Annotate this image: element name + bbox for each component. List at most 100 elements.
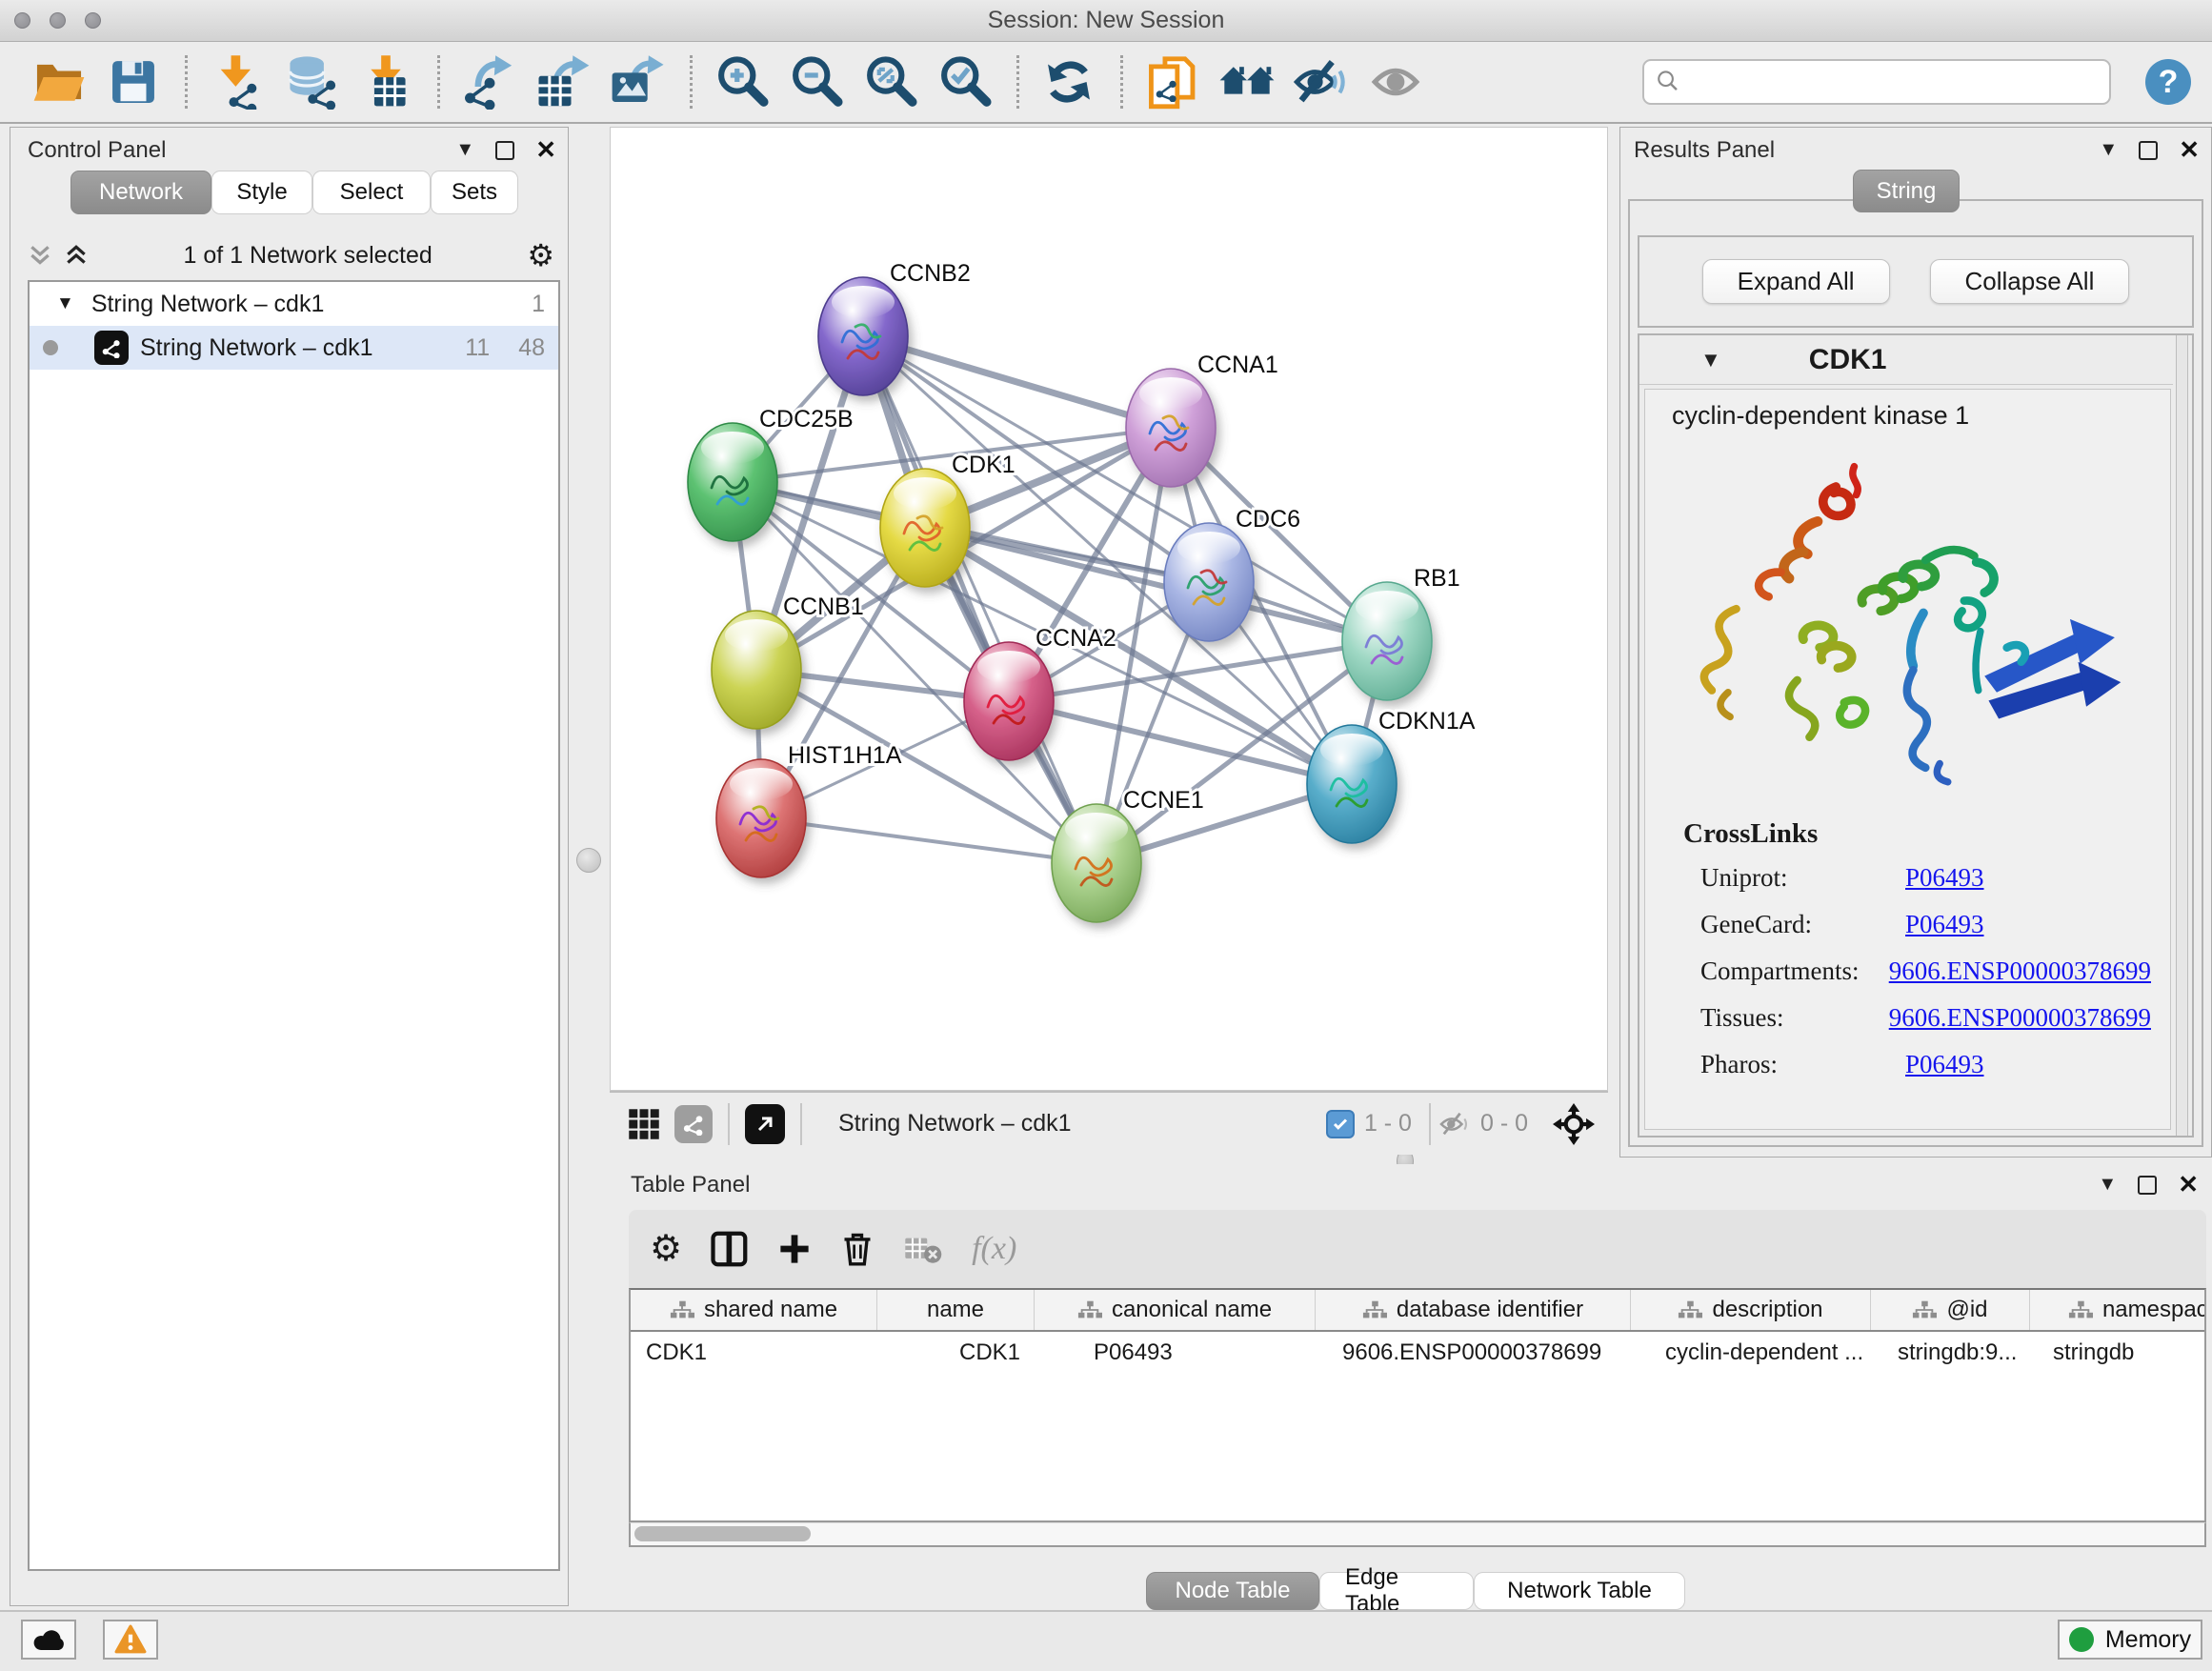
network-node-ccna1[interactable]: CCNA1 bbox=[1126, 352, 1278, 487]
collapse-all-networks-icon[interactable] bbox=[28, 243, 52, 268]
cell-shared-name: CDK1 bbox=[631, 1332, 877, 1374]
table-header-row: shared name name canonical name bbox=[631, 1290, 2204, 1332]
column-header-canonical-name[interactable]: canonical name bbox=[1035, 1290, 1316, 1330]
window-minimize-button[interactable] bbox=[50, 12, 66, 29]
panel-collapse-icon[interactable]: ▼ bbox=[2099, 139, 2118, 161]
tab-network[interactable]: Network bbox=[70, 171, 211, 214]
table-options-gear-icon[interactable]: ⚙ bbox=[650, 1231, 682, 1267]
network-node-cdc6[interactable]: CDC6 bbox=[1164, 506, 1300, 641]
zoom-fit-button[interactable] bbox=[860, 51, 921, 112]
network-node-ccne1[interactable]: CCNE1 bbox=[1052, 787, 1204, 922]
open-in-new-window-badge[interactable] bbox=[745, 1104, 785, 1144]
titlebar: Session: New Session bbox=[0, 0, 2212, 42]
tab-edge-table[interactable]: Edge Table bbox=[1319, 1572, 1474, 1610]
zoom-in-button[interactable] bbox=[712, 51, 773, 112]
column-header-name[interactable]: name bbox=[877, 1290, 1035, 1330]
column-header-id[interactable]: @id bbox=[1871, 1290, 2030, 1330]
refresh-icon bbox=[1043, 56, 1095, 108]
hide-selected-button[interactable] bbox=[1291, 51, 1352, 112]
show-hidden-button[interactable] bbox=[1365, 51, 1426, 112]
panel-float-icon[interactable] bbox=[2139, 141, 2158, 160]
memory-status-dot bbox=[2069, 1627, 2094, 1652]
table-horizontal-scrollbar[interactable] bbox=[629, 1522, 2206, 1547]
zoom-out-button[interactable] bbox=[786, 51, 847, 112]
export-table-button[interactable] bbox=[533, 51, 594, 112]
crosslink-genecard-link[interactable]: P06493 bbox=[1905, 910, 1984, 939]
first-neighbors-button[interactable] bbox=[1217, 51, 1277, 112]
crosslink-tissues-link[interactable]: 9606.ENSP00000378699 bbox=[1889, 1003, 2151, 1033]
tab-string[interactable]: String bbox=[1853, 170, 1960, 212]
navigator-crosshair-icon[interactable] bbox=[1553, 1103, 1595, 1145]
search-input[interactable] bbox=[1690, 69, 2098, 95]
delete-table-icon-disabled bbox=[903, 1233, 943, 1265]
panel-close-icon[interactable]: ✕ bbox=[535, 135, 556, 165]
expand-all-button[interactable]: Expand All bbox=[1702, 259, 1890, 304]
expand-all-networks-icon[interactable] bbox=[64, 243, 89, 268]
network-row[interactable]: String Network – cdk1 11 48 bbox=[30, 326, 558, 370]
network-selection-status: 1 of 1 Network selected bbox=[89, 242, 527, 270]
tab-style[interactable]: Style bbox=[211, 171, 312, 214]
tree-expand-icon[interactable]: ▼ bbox=[56, 293, 74, 314]
network-node-hist1h1a[interactable]: HIST1H1A bbox=[716, 742, 902, 877]
scrollbar-thumb[interactable] bbox=[634, 1526, 811, 1541]
create-column-icon[interactable] bbox=[777, 1232, 812, 1266]
cloud-button[interactable] bbox=[21, 1620, 76, 1660]
delete-column-trash-icon[interactable] bbox=[840, 1230, 875, 1268]
network-node-ccnb1[interactable]: CCNB1 bbox=[712, 594, 864, 729]
network-edge[interactable] bbox=[863, 336, 1171, 428]
import-table-button[interactable] bbox=[355, 51, 416, 112]
network-edge[interactable] bbox=[761, 818, 1096, 863]
apply-layout-button[interactable] bbox=[1038, 51, 1099, 112]
network-node-ccnb2[interactable]: CCNB2 bbox=[818, 260, 971, 395]
tab-network-table[interactable]: Network Table bbox=[1474, 1572, 1685, 1610]
network-thumbnail-badge[interactable] bbox=[674, 1105, 713, 1143]
network-node-cdkn1a[interactable]: CDKN1A bbox=[1307, 708, 1476, 843]
network-edge[interactable] bbox=[863, 336, 1096, 863]
tab-sets[interactable]: Sets bbox=[431, 171, 518, 214]
import-network-button[interactable] bbox=[207, 51, 268, 112]
memory-button[interactable]: Memory bbox=[2058, 1620, 2202, 1660]
panel-collapse-icon[interactable]: ▼ bbox=[2098, 1174, 2117, 1196]
open-session-button[interactable] bbox=[29, 51, 90, 112]
export-network-button[interactable] bbox=[459, 51, 520, 112]
column-header-database-identifier[interactable]: database identifier bbox=[1316, 1290, 1631, 1330]
crosslink-uniprot-link[interactable]: P06493 bbox=[1905, 863, 1984, 893]
panel-close-icon[interactable]: ✕ bbox=[2178, 1170, 2199, 1199]
tab-node-table[interactable]: Node Table bbox=[1146, 1572, 1319, 1610]
panel-close-icon[interactable]: ✕ bbox=[2179, 135, 2200, 165]
crosslink-compartments-link[interactable]: 9606.ENSP00000378699 bbox=[1889, 956, 2151, 986]
help-button[interactable]: ? bbox=[2145, 59, 2191, 105]
network-canvas[interactable]: CCNB2CCNA1CDC25BCDK1CDC6RB1CCNB1CCNA2CDK… bbox=[610, 127, 1608, 1091]
results-scrollbar[interactable] bbox=[2176, 335, 2188, 1136]
column-header-shared-name[interactable]: shared name bbox=[631, 1290, 877, 1330]
network-node-rb1[interactable]: RB1 bbox=[1342, 565, 1460, 700]
export-image-button[interactable] bbox=[608, 51, 669, 112]
panel-float-icon[interactable] bbox=[495, 141, 514, 160]
column-header-namespace[interactable]: namespace bbox=[2030, 1290, 2206, 1330]
panel-collapse-icon[interactable]: ▼ bbox=[455, 139, 474, 161]
show-columns-icon[interactable] bbox=[711, 1231, 749, 1267]
warnings-button[interactable] bbox=[103, 1620, 158, 1660]
save-session-button[interactable] bbox=[103, 51, 164, 112]
network-collection-row[interactable]: ▼ String Network – cdk1 1 bbox=[30, 282, 558, 326]
hierarchy-icon bbox=[670, 1299, 694, 1320]
crosslink-pharos-link[interactable]: P06493 bbox=[1905, 1050, 1984, 1079]
clone-network-button[interactable] bbox=[1142, 51, 1203, 112]
grid-view-icon[interactable] bbox=[627, 1107, 661, 1141]
left-splitter-handle[interactable] bbox=[576, 848, 601, 873]
column-header-description[interactable]: description bbox=[1631, 1290, 1871, 1330]
window-close-button[interactable] bbox=[14, 12, 30, 29]
cell-description: cyclin-dependent ... bbox=[1631, 1332, 1871, 1374]
selected-nodes-checkbox-icon[interactable] bbox=[1326, 1110, 1355, 1138]
tab-select[interactable]: Select bbox=[312, 171, 431, 214]
network-options-gear-icon[interactable]: ⚙ bbox=[527, 240, 554, 271]
collapse-all-button[interactable]: Collapse All bbox=[1930, 259, 2130, 304]
node-gloss-highlight bbox=[1139, 377, 1202, 410]
import-network-from-database-button[interactable] bbox=[281, 51, 342, 112]
entry-collapse-icon[interactable]: ▼ bbox=[1700, 348, 1721, 372]
window-zoom-button[interactable] bbox=[85, 12, 101, 29]
collection-label: String Network – cdk1 bbox=[91, 291, 325, 318]
table-row[interactable]: CDK1 CDK1 P06493 9606.ENSP00000378699 cy… bbox=[631, 1332, 2204, 1374]
zoom-selected-button[interactable] bbox=[935, 51, 995, 112]
panel-float-icon[interactable] bbox=[2138, 1176, 2157, 1195]
